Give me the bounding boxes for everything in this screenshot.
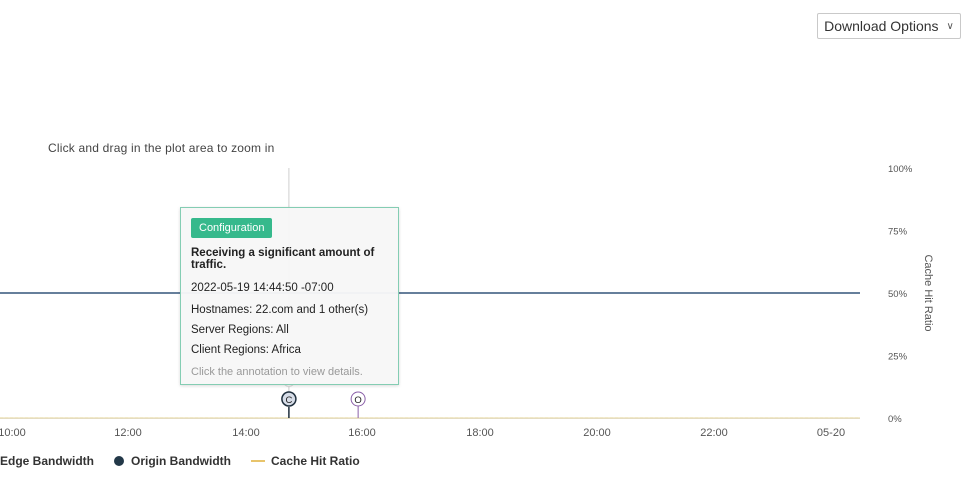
chart-area[interactable]: 10:00 12:00 14:00 16:00 18:00 20:00 22:00 05-20…	[0, 0, 973, 488]
y2-tick-label: 75%	[888, 227, 908, 238]
legend-item-edge[interactable]: Edge Bandwidth	[0, 454, 94, 468]
tooltip-hostnames: Hostnames: 22.com and 1 other(s)	[191, 304, 369, 316]
y2-tick-label: 25%	[888, 352, 908, 363]
y2-tick-label: 50%	[888, 289, 908, 300]
tooltip-badge: Configuration	[191, 218, 273, 238]
legend-line-icon	[251, 460, 265, 462]
x-tick-label: 12:00	[114, 427, 142, 439]
x-tick-label: 10:00	[0, 427, 26, 439]
legend-label-cache: Cache Hit Ratio	[271, 454, 360, 468]
y2-axis-title: Cache Hit Ratio	[922, 254, 934, 332]
tooltip-client-regions: Client Regions: Africa	[191, 344, 301, 356]
legend-label-edge: Edge Bandwidth	[0, 454, 94, 468]
legend-label-origin: Origin Bandwidth	[131, 454, 231, 468]
x-tick-label: 16:00	[348, 427, 376, 439]
tooltip-timestamp: 2022-05-19 14:44:50 -07:00	[191, 282, 334, 294]
annotation-tooltip[interactable]: Configuration Receiving a significant am…	[180, 207, 399, 385]
legend-item-origin[interactable]: Origin Bandwidth	[114, 454, 231, 468]
tooltip-hint: Click the annotation to view details.	[191, 366, 363, 378]
x-tick-label: 20:00	[583, 427, 611, 439]
x-tick-label: 22:00	[700, 427, 728, 439]
legend-dot-icon	[114, 456, 124, 466]
x-tick-label: 18:00	[466, 427, 494, 439]
legend: Edge Bandwidth Origin Bandwidth Cache Hi…	[0, 454, 380, 468]
annotation-label: C	[285, 395, 292, 406]
x-tick-label: 14:00	[232, 427, 260, 439]
y2-tick-label: 0%	[888, 414, 902, 425]
x-tick-label: 05-20	[817, 427, 845, 439]
y2-tick-label: 100%	[888, 164, 913, 175]
tooltip-headline: Receiving a significant amount of traffi…	[191, 247, 375, 271]
annotation-label: O	[354, 395, 361, 406]
legend-item-cache[interactable]: Cache Hit Ratio	[251, 454, 360, 468]
tooltip-server-regions: Server Regions: All	[191, 324, 289, 336]
